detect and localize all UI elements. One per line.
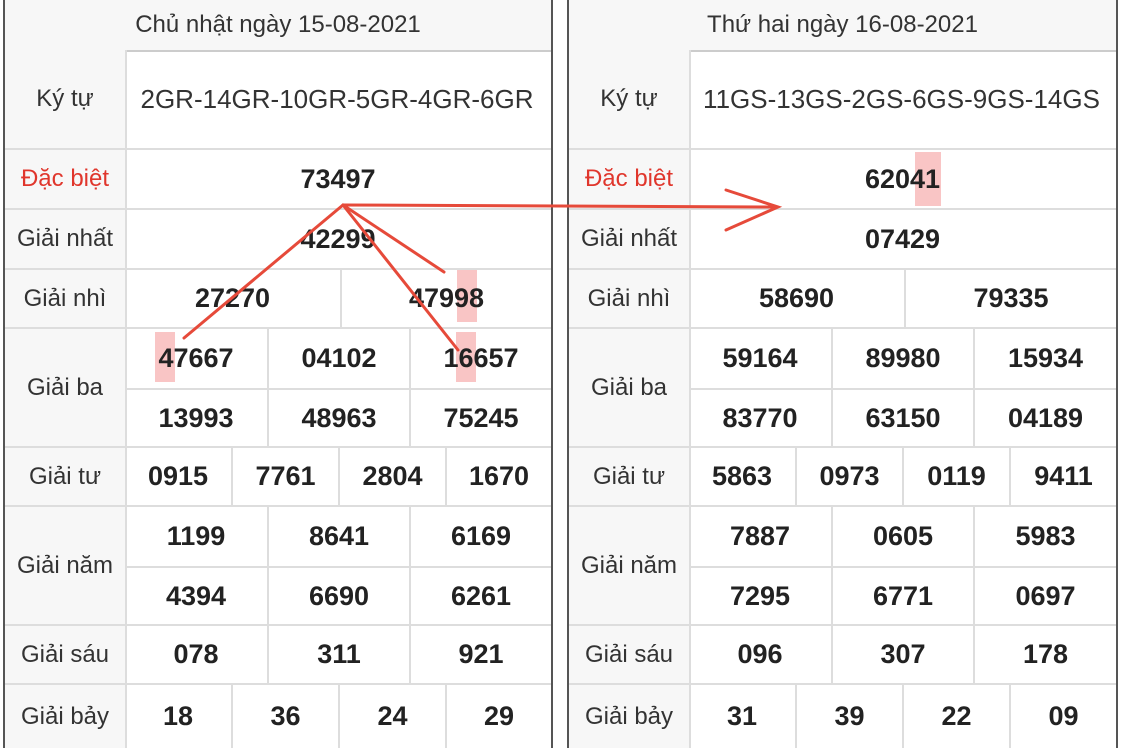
right-g7-1: 39	[795, 685, 902, 748]
right-row-g7: Giải bảy 31 39 22 09	[569, 685, 1116, 748]
right-row-g5: Giải năm 7887 0605 5983 7295 6771 0697	[569, 507, 1116, 626]
left-g7-3: 29	[445, 685, 551, 748]
left-result-table: Chủ nhật ngày 15-08-2021 Ký tự 2GR-14GR-…	[3, 0, 553, 748]
right-g5-0: 7887	[729, 521, 791, 551]
right-label-g7: Giải bảy	[569, 685, 691, 748]
right-g2-1: 79335	[904, 270, 1116, 327]
right-g6-1: 307	[831, 626, 973, 683]
left-g2-1: 47998	[340, 270, 551, 327]
right-kytu-value: 11GS-13GS-2GS-6GS-9GS-14GS	[703, 84, 1100, 114]
left-g5-3: 4394	[125, 566, 267, 624]
right-g5-2: 5983	[973, 507, 1116, 566]
left-g5-4: 6690	[267, 566, 409, 624]
right-row-g3: Giải ba 59164 89980 15934 83770 63150 04…	[569, 329, 1116, 448]
right-g3-3: 83770	[689, 388, 831, 446]
right-row-g1: Giải nhất 07429	[569, 210, 1116, 270]
right-result-table: Thứ hai ngày 16-08-2021 Ký tự 11GS-13GS-…	[567, 0, 1118, 748]
right-g1-value: 07429	[864, 223, 941, 254]
left-row-g7: Giải bảy 18 36 24 29	[5, 685, 551, 748]
left-g6-2: 921	[409, 626, 551, 683]
right-g5-5: 0697	[973, 566, 1116, 624]
right-label-g6: Giải sáu	[569, 626, 691, 683]
left-label-g7: Giải bảy	[5, 685, 127, 748]
left-label-g5: Giải năm	[5, 507, 127, 624]
right-label-g5: Giải năm	[569, 507, 691, 624]
left-g7-2: 24	[338, 685, 445, 748]
left-date-header: Chủ nhật ngày 15-08-2021	[5, 0, 551, 52]
left-label-g1: Giải nhất	[5, 210, 127, 268]
right-db-value: 62041	[864, 163, 941, 194]
right-g3-4: 63150	[831, 388, 973, 446]
right-g4-2: 0119	[902, 448, 1009, 505]
right-label-g4: Giải tư	[569, 448, 691, 505]
left-g3-3: 13993	[125, 388, 267, 446]
left-row-kytu: Ký tự 2GR-14GR-10GR-5GR-4GR-6GR	[5, 50, 551, 150]
left-row-g1: Giải nhất 42299	[5, 210, 551, 270]
left-kytu-value: 2GR-14GR-10GR-5GR-4GR-6GR	[140, 84, 534, 114]
right-row-g6: Giải sáu 096 307 178	[569, 626, 1116, 685]
left-g4-1: 7761	[231, 448, 338, 505]
left-row-g3: Giải ba 47667 04102 16657 13993 48963 75…	[5, 329, 551, 448]
right-date-header: Thứ hai ngày 16-08-2021	[569, 0, 1116, 52]
left-g3-4: 48963	[267, 388, 409, 446]
right-g4-3: 9411	[1009, 448, 1116, 505]
right-g7-2: 22	[902, 685, 1009, 748]
right-label-g3: Giải ba	[569, 329, 691, 446]
right-label-kytu: Ký tự	[569, 50, 691, 148]
right-g5-1: 0605	[831, 507, 973, 566]
left-g3-2: 16657	[409, 329, 551, 388]
left-row-db: Đặc biệt 73497	[5, 150, 551, 210]
left-g3-0: 47667	[158, 343, 234, 373]
right-g3-0: 59164	[722, 343, 798, 373]
left-label-g4: Giải tư	[5, 448, 127, 505]
left-row-g6: Giải sáu 078 311 921	[5, 626, 551, 685]
left-g6-0: 078	[173, 639, 219, 669]
right-row-kytu: Ký tự 11GS-13GS-2GS-6GS-9GS-14GS	[569, 50, 1116, 150]
right-g6-0: 096	[737, 639, 783, 669]
left-g1-value: 42299	[300, 223, 376, 254]
left-label-g3: Giải ba	[5, 329, 127, 446]
left-g5-2: 6169	[409, 507, 551, 566]
right-label-g2: Giải nhì	[569, 270, 691, 327]
left-g5-1: 8641	[267, 507, 409, 566]
right-g7-0: 31	[726, 701, 758, 731]
left-g3-5: 75245	[409, 388, 551, 446]
right-row-db: Đặc biệt 62041	[569, 150, 1116, 210]
right-g5-4: 6771	[831, 566, 973, 624]
left-g6-1: 311	[267, 626, 409, 683]
right-g3-2: 15934	[973, 329, 1116, 388]
left-g7-0: 18	[162, 701, 194, 731]
left-row-g4: Giải tư 0915 7761 2804 1670	[5, 448, 551, 507]
right-label-db: Đặc biệt	[569, 150, 691, 208]
right-row-g4: Giải tư 5863 0973 0119 9411	[569, 448, 1116, 507]
right-row-g2: Giải nhì 58690 79335	[569, 270, 1116, 329]
right-g6-2: 178	[973, 626, 1116, 683]
right-g4-1: 0973	[795, 448, 902, 505]
left-g2-0: 27270	[194, 283, 271, 313]
right-g7-3: 09	[1009, 685, 1116, 748]
left-label-g2: Giải nhì	[5, 270, 127, 327]
left-g4-0: 0915	[147, 461, 209, 491]
left-g4-2: 2804	[338, 448, 445, 505]
left-g5-0: 1199	[166, 521, 226, 551]
left-g4-3: 1670	[445, 448, 551, 505]
left-db-value: 73497	[300, 163, 376, 194]
left-label-db: Đặc biệt	[5, 150, 127, 208]
left-label-g6: Giải sáu	[5, 626, 127, 683]
left-label-kytu: Ký tự	[5, 50, 127, 148]
left-row-g2: Giải nhì 27270 47998	[5, 270, 551, 329]
left-row-g5: Giải năm 1199 8641 6169 4394 6690 6261	[5, 507, 551, 626]
right-label-g1: Giải nhất	[569, 210, 691, 268]
right-g3-1: 89980	[831, 329, 973, 388]
right-g3-5: 04189	[973, 388, 1116, 446]
left-g3-1: 04102	[267, 329, 409, 388]
left-g7-1: 36	[231, 685, 338, 748]
left-g5-5: 6261	[409, 566, 551, 624]
right-g2-0: 58690	[758, 283, 835, 313]
right-g4-0: 5863	[711, 461, 773, 491]
right-g5-3: 7295	[689, 566, 831, 624]
